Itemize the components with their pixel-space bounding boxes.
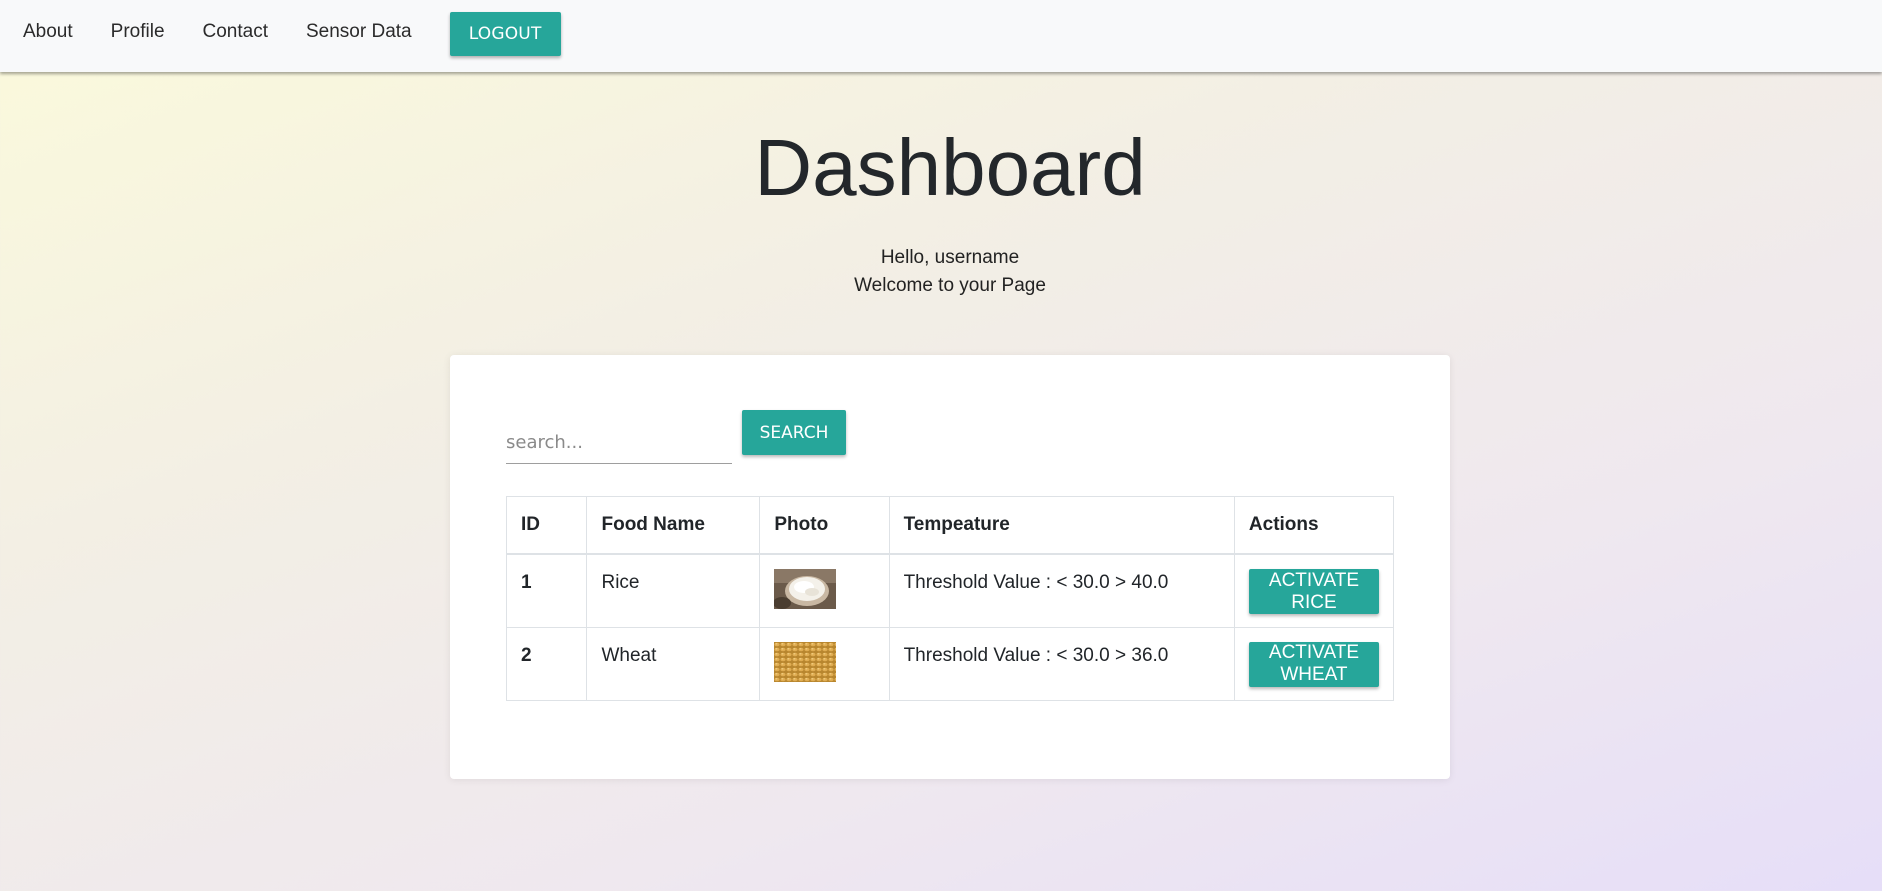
row-photo-cell [759, 553, 890, 628]
activate-rice-button[interactable]: ACTIVATE RICE [1248, 569, 1379, 614]
page-title: Dashboard [754, 123, 1146, 212]
food-table: ID Food Name Photo Tempeature Actions 1 … [505, 496, 1395, 701]
row-id: 1 [505, 553, 588, 628]
column-header-food-name: Food Name [586, 496, 761, 555]
search-button[interactable]: SEARCH [742, 410, 846, 455]
greeting-block: Hello, username Welcome to your Page [0, 244, 1882, 300]
row-food-name: Rice [586, 553, 761, 628]
wheat-photo [774, 641, 837, 682]
table-header-row: ID Food Name Photo Tempeature Actions [505, 496, 1395, 555]
column-header-id: ID [505, 496, 588, 555]
table-row: 2 Wheat Threshold Value: < 30.0 > 36.0 … [505, 626, 1395, 701]
search-input[interactable] [506, 410, 732, 464]
activate-wheat-button[interactable]: ACTIVATE WHEAT [1248, 641, 1379, 687]
search-row: SEARCH [506, 410, 846, 464]
hello-text: Hello, username [880, 247, 1020, 268]
food-card: SEARCH ID Food Name Photo Tempeature Act… [450, 355, 1450, 779]
column-header-photo: Photo [759, 496, 890, 555]
welcome-text: Welcome to your Page [854, 275, 1046, 296]
nav-link-profile[interactable]: Profile [111, 21, 165, 43]
row-id: 2 [505, 626, 588, 701]
nav-link-contact[interactable]: Contact [203, 21, 268, 43]
row-threshold: Threshold Value : < 30.0 > 36.0 [888, 626, 1235, 701]
row-actions-cell: ACTIVATE RICE [1233, 553, 1395, 628]
top-navbar: About Profile Contact Sensor Data LOGOUT [0, 0, 1882, 72]
nav-link-sensor-data[interactable]: Sensor Data [306, 21, 412, 43]
table-row: 1 Rice Threshold Value : < 30.0 > 40.0 A… [505, 553, 1395, 628]
row-photo-cell [759, 626, 890, 701]
rice-photo [774, 569, 837, 609]
nav-link-about[interactable]: About [23, 21, 73, 43]
column-header-temperature: Tempeature [888, 496, 1235, 555]
logout-button[interactable]: LOGOUT [449, 12, 561, 56]
row-food-name: Wheat [586, 626, 761, 701]
column-header-actions: Actions [1233, 496, 1395, 555]
row-threshold: Threshold Value : < 30.0 > 40.0 [888, 553, 1235, 628]
row-actions-cell: ACTIVATE WHEAT [1233, 626, 1395, 701]
